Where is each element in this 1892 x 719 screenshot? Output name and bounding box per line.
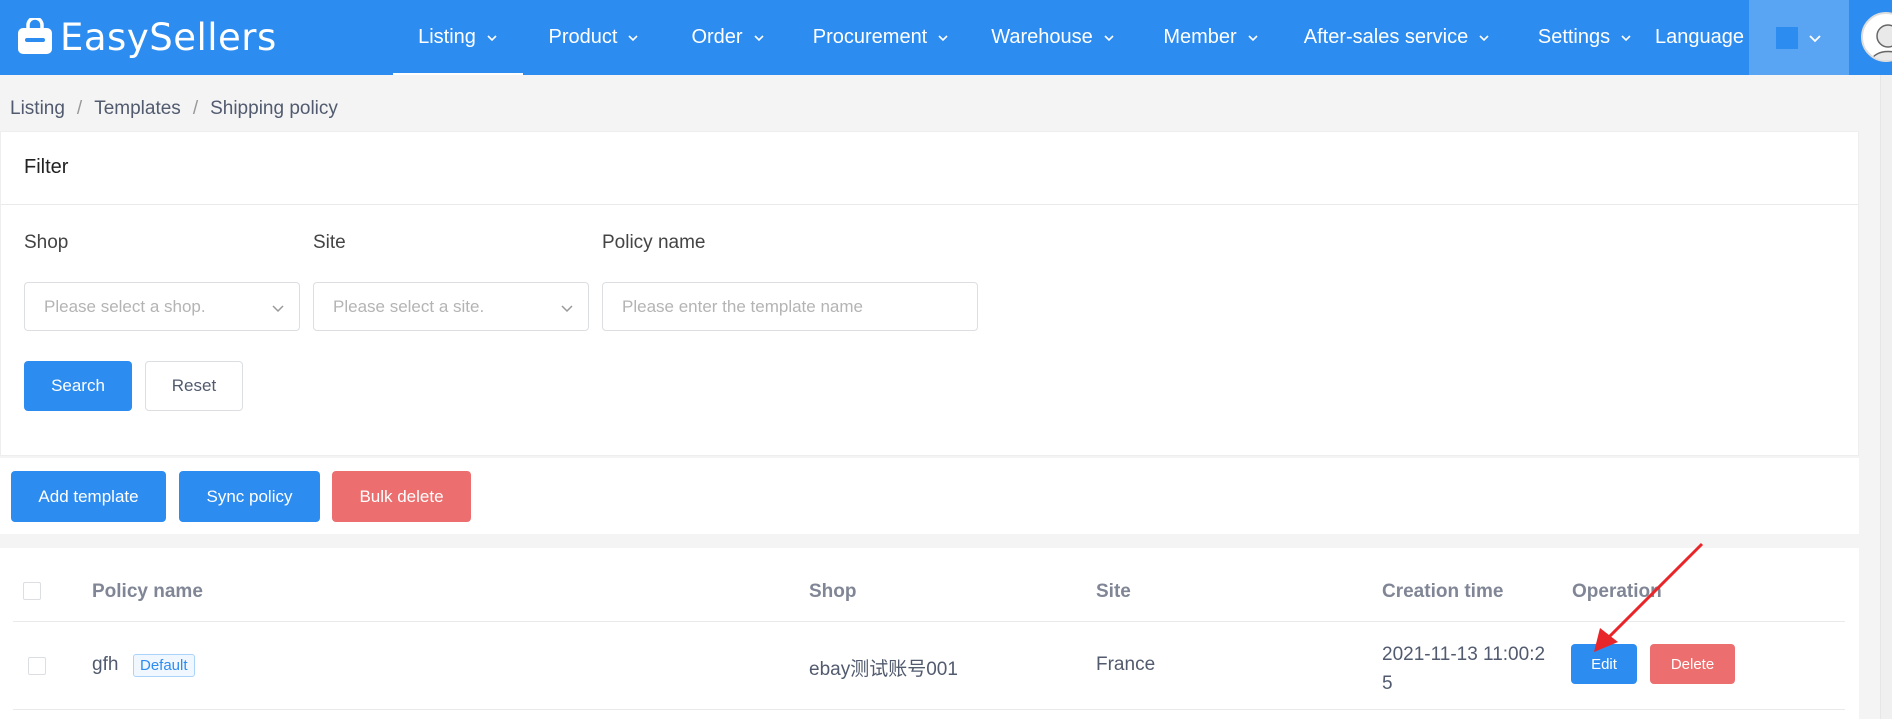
nav-item-member[interactable]: Member [1156,0,1266,75]
account-menu[interactable] [1749,0,1849,75]
breadcrumb-item-current: Shipping policy [210,98,338,119]
nav-item-label: Settings [1537,26,1611,48]
chevron-down-icon [272,305,284,313]
nav-item-label: After-sales service [1303,26,1469,48]
chevron-down-icon [753,34,764,41]
nav-item-settings[interactable]: Settings [1534,0,1636,75]
breadcrumb-separator: / [192,98,199,119]
site-select[interactable]: Please select a site. [313,282,589,331]
select-all-checkbox[interactable] [23,582,41,600]
breadcrumb-separator: / [76,98,83,119]
chevron-down-icon [1621,34,1631,41]
chevron-down-icon [938,34,948,41]
search-button[interactable]: Search [24,361,132,411]
annotation-arrow-icon [1594,542,1704,652]
nav-item-order[interactable]: Order [678,0,778,75]
shopping-bag-icon [18,18,52,54]
shop-label: Shop [24,232,69,253]
avatar[interactable] [1861,12,1892,62]
brand-logo[interactable]: EasySellers [16,14,277,60]
shop-cell: ebay测试账号001 [809,659,958,680]
chevron-down-icon [487,34,497,41]
top-navbar: EasySellers Listing Product Order Procur… [0,0,1892,75]
language-switcher[interactable]: Language [1655,0,1744,75]
sync-policy-button[interactable]: Sync policy [179,471,320,522]
nav-item-label: Order [691,26,743,48]
policy-name-input[interactable]: Please enter the template name [602,282,978,331]
divider [1,204,1858,205]
column-header-creation-time[interactable]: Creation time [1382,581,1503,603]
row-checkbox[interactable] [28,657,46,675]
nav-item-after-sales[interactable]: After-sales service [1303,0,1491,75]
chevron-down-icon [561,305,573,313]
nav-item-label: Listing [418,26,476,48]
user-avatar-icon [1871,24,1892,60]
chevron-down-icon [628,34,639,41]
column-header-site[interactable]: Site [1096,581,1131,603]
brand-name: EasySellers [60,15,277,59]
policy-name-placeholder: Please enter the template name [622,296,863,316]
breadcrumb-item-templates[interactable]: Templates [94,98,181,120]
nav-item-warehouse[interactable]: Warehouse [986,0,1120,75]
nav-item-listing[interactable]: Listing [393,0,523,75]
shop-select[interactable]: Please select a shop. [24,282,300,331]
page-scrollbar[interactable] [1880,75,1892,719]
nav-item-label: Procurement [812,26,928,48]
add-template-button[interactable]: Add template [11,471,166,522]
nav-item-label: Warehouse [991,26,1093,48]
creation-time-line: 5 [1382,673,1393,694]
breadcrumb: Listing / Templates / Shipping policy [10,98,338,120]
site-cell: France [1096,654,1156,675]
bulk-delete-button[interactable]: Bulk delete [332,471,471,522]
column-header-policy-name[interactable]: Policy name [92,581,203,603]
shop-select-placeholder: Please select a shop. [44,296,206,316]
nav-item-label: Product [548,26,618,48]
site-select-placeholder: Please select a site. [333,296,485,316]
filter-panel: Filter Shop Site Policy name Please sele… [0,131,1859,456]
creation-time-cell: 2021-11-13 11:00:2 5 [1382,640,1562,698]
row-divider [13,709,1845,710]
nav-item-procurement[interactable]: Procurement [806,0,956,75]
policy-table: Policy name Shop Site Creation time Oper… [0,548,1859,719]
creation-time-line: 2021-11-13 11:00:2 [1382,644,1546,665]
row-divider [13,621,1845,622]
site-label: Site [313,232,346,253]
chevron-down-icon [1479,34,1489,41]
column-header-shop[interactable]: Shop [809,581,857,603]
filter-title: Filter [24,156,69,178]
default-badge: Default [133,654,195,677]
chevron-down-icon [1809,34,1821,42]
action-toolbar: Add template Sync policy Bulk delete [0,458,1859,534]
reset-button[interactable]: Reset [145,361,243,411]
account-color-swatch [1776,26,1798,49]
chevron-down-icon [1248,34,1258,41]
chevron-down-icon [1104,34,1114,41]
policy-name-cell: gfh [92,654,119,675]
policy-name-label: Policy name [602,232,706,253]
breadcrumb-item-listing[interactable]: Listing [10,98,65,120]
nav-item-product[interactable]: Product [538,0,650,75]
nav-item-label: Member [1163,26,1237,48]
